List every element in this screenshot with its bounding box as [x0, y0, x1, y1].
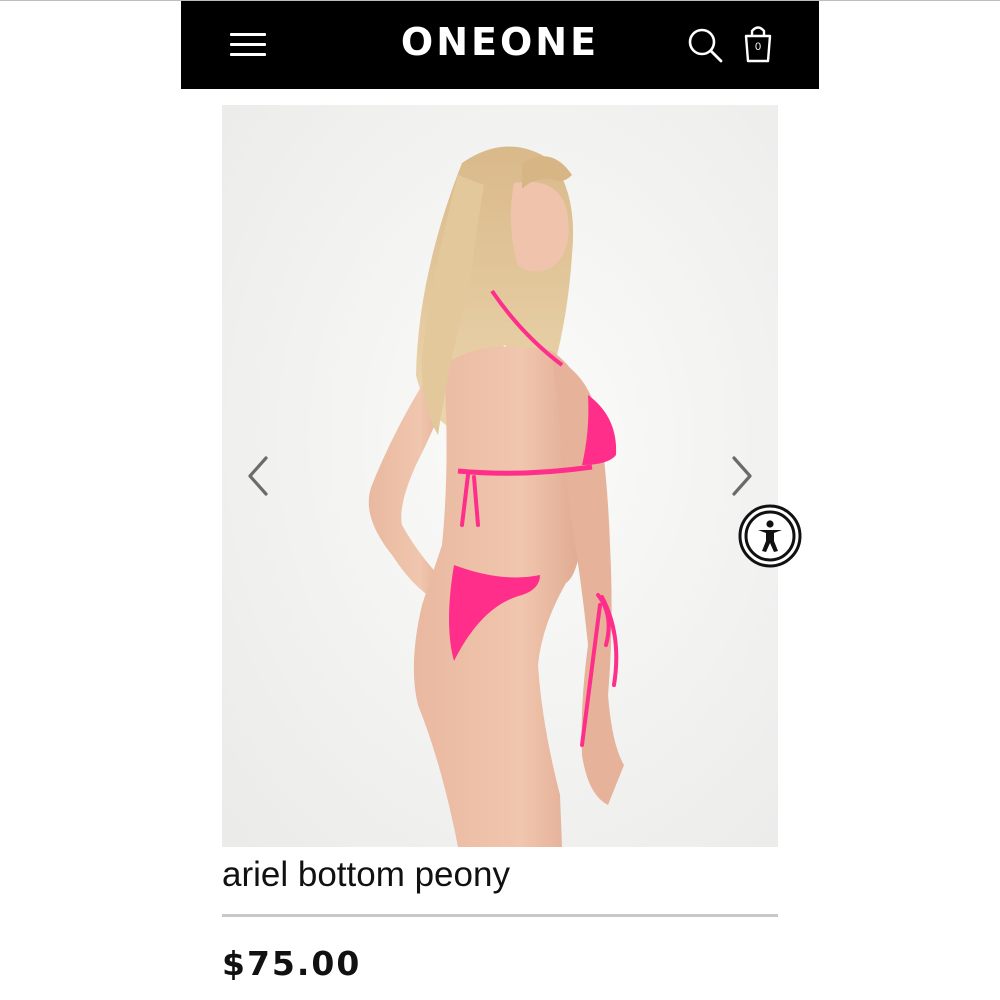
menu-line [230, 33, 266, 36]
search-button[interactable] [685, 25, 725, 65]
menu-line [230, 53, 266, 56]
product-photo [222, 105, 778, 847]
chevron-right-icon [732, 456, 752, 496]
search-icon [688, 28, 723, 63]
brand-logo[interactable]: ONEONE [371, 19, 629, 65]
product-price: $75.00 [222, 944, 362, 983]
product-title: ariel bottom peony [222, 855, 510, 894]
menu-line [230, 43, 266, 46]
accessibility-button[interactable] [738, 504, 802, 568]
menu-button[interactable] [227, 31, 269, 59]
divider [222, 914, 778, 917]
shopping-bag-button[interactable]: 0 [741, 23, 775, 65]
accessibility-person-icon [738, 504, 802, 568]
product-image-gallery[interactable] [222, 105, 778, 847]
chevron-left-icon [248, 456, 268, 496]
bag-count: 0 [754, 41, 762, 53]
previous-image-button[interactable] [240, 448, 280, 504]
next-image-button[interactable] [720, 448, 760, 504]
site-header: ONEONE 0 [181, 1, 819, 89]
